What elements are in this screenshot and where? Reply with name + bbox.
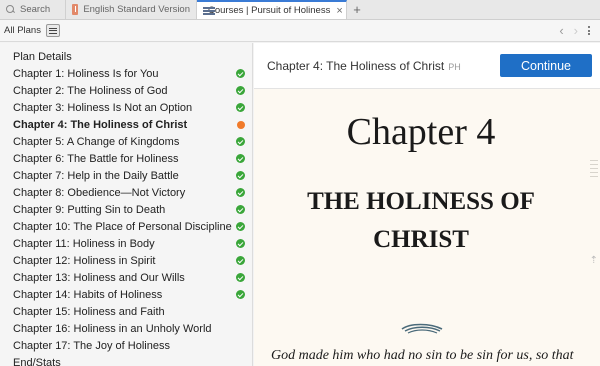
chapter-number: Chapter 4 — [346, 111, 496, 153]
chapter-label: Chapter 11: Holiness in Body — [13, 237, 155, 250]
chapter-label: Chapter 2: The Holiness of God — [13, 84, 168, 97]
chapter-label: Chapter 1: Holiness Is for You — [13, 67, 159, 80]
checkmark-icon — [236, 273, 245, 282]
in-progress-dot-icon — [236, 120, 245, 129]
scroll-up-icon[interactable]: ⇡ — [590, 255, 598, 266]
tab-english-standard-version[interactable]: English Standard Version — [66, 0, 197, 19]
chapter-label: Chapter 3: Holiness Is Not an Option — [13, 101, 193, 114]
checkmark-icon — [236, 188, 245, 197]
chapter-label: Chapter 8: Obedience—Not Victory — [13, 186, 186, 199]
checkmark-icon — [236, 171, 245, 180]
forward-arrow-icon[interactable]: › — [574, 23, 578, 38]
close-tab-icon[interactable]: × — [330, 5, 342, 17]
body-text: God made him who had no sin to be sin fo… — [271, 348, 574, 363]
chapter-label: Chapter 16: Holiness in an Unholy World — [13, 322, 212, 335]
chapter-item[interactable]: Chapter 3: Holiness Is Not an Option — [0, 99, 252, 116]
checkmark-icon — [236, 69, 245, 78]
search-icon — [6, 5, 15, 14]
chapter-label: End/Stats — [13, 356, 61, 366]
chapter-item[interactable]: Chapter 11: Holiness in Body — [0, 235, 252, 252]
lesson-title: Chapter 4: The Holiness of Christ — [267, 58, 445, 73]
chapter-item[interactable]: Chapter 8: Obedience—Not Victory — [0, 184, 252, 201]
checkmark-icon — [236, 239, 245, 248]
chapter-label: Chapter 4: The Holiness of Christ — [13, 118, 188, 131]
chapter-item[interactable]: Chapter 4: The Holiness of Christ — [0, 116, 252, 133]
navigation-controls: ‹ › — [559, 23, 600, 38]
chapter-label: Chapter 13: Holiness and Our Wills — [13, 271, 185, 284]
bible-icon — [72, 4, 79, 15]
chapter-item[interactable]: Chapter 1: Holiness Is for You — [0, 65, 252, 82]
lesson-header: Chapter 4: The Holiness of Christ PH Con… — [254, 43, 600, 89]
chapter-item[interactable]: Chapter 7: Help in the Daily Battle — [0, 167, 252, 184]
checkmark-icon — [236, 154, 245, 163]
chapter-item[interactable]: Chapter 9: Putting Sin to Death — [0, 201, 252, 218]
menu-icon[interactable] — [45, 24, 60, 37]
chapter-item[interactable]: Chapter 15: Holiness and Faith — [0, 303, 252, 320]
tab-label: Search — [20, 4, 51, 15]
continue-button[interactable]: Continue — [500, 54, 592, 77]
checkmark-icon — [236, 103, 245, 112]
chapter-label: Chapter 12: Holiness in Spirit — [13, 254, 156, 267]
chapter-item[interactable]: Chapter 6: The Battle for Holiness — [0, 150, 252, 167]
tab-search[interactable]: Search — [0, 0, 66, 19]
chapter-label: Chapter 15: Holiness and Faith — [13, 305, 165, 318]
chapter-item[interactable]: Chapter 17: The Joy of Holiness — [0, 337, 252, 354]
tab-label: English Standard Version — [83, 4, 190, 15]
more-options-icon[interactable] — [588, 26, 590, 35]
tab-bar: Search English Standard Version Courses … — [0, 0, 600, 20]
checkmark-icon — [236, 205, 245, 214]
chapter-label: Chapter 14: Habits of Holiness — [13, 288, 163, 301]
chapter-heading: THE HOLINESS OF CHRIST — [307, 188, 535, 253]
chapter-label: Chapter 10: The Place of Personal Discip… — [13, 220, 232, 233]
checkmark-icon — [236, 86, 245, 95]
plan-sidebar: Plan Details Chapter 1: Holiness Is for … — [0, 43, 253, 366]
chapter-label: Chapter 9: Putting Sin to Death — [13, 203, 166, 216]
chapter-label: Chapter 6: The Battle for Holiness — [13, 152, 179, 165]
checkmark-icon — [236, 290, 245, 299]
main-panel: Chapter 4: The Holiness of Christ PH Con… — [254, 43, 600, 366]
checkmark-icon — [236, 137, 245, 146]
chapter-list: Chapter 1: Holiness Is for You Chapter 2:… — [0, 65, 252, 366]
chapter-item[interactable]: Chapter 5: A Change of Kingdoms — [0, 133, 252, 150]
plan-details-link[interactable]: Plan Details — [0, 43, 252, 65]
ornament-icon — [401, 323, 443, 334]
chapter-item[interactable]: Chapter 14: Habits of Holiness — [0, 286, 252, 303]
lesson-tag: PH — [448, 61, 461, 72]
tab-courses[interactable]: Courses | Pursuit of Holiness × — [197, 0, 347, 19]
chapter-item[interactable]: Chapter 16: Holiness in an Unholy World — [0, 320, 252, 337]
chapter-item[interactable]: Chapter 13: Holiness and Our Wills — [0, 269, 252, 286]
all-plans-link[interactable]: All Plans — [0, 25, 41, 36]
chapter-label: Chapter 5: A Change of Kingdoms — [13, 135, 180, 148]
chapter-label: Chapter 7: Help in the Daily Battle — [13, 169, 179, 182]
reading-progress-ticks — [590, 160, 600, 180]
tab-label: Courses | Pursuit of Holiness — [208, 5, 331, 16]
toolbar: All Plans ‹ › — [0, 20, 600, 42]
reading-pane[interactable]: Chapter 4 THE HOLINESS OF CHRIST God mad… — [254, 90, 600, 366]
chapter-item[interactable]: End/Stats — [0, 354, 252, 366]
chapter-item[interactable]: Chapter 2: The Holiness of God — [0, 82, 252, 99]
checkmark-icon — [236, 256, 245, 265]
chapter-item[interactable]: Chapter 12: Holiness in Spirit — [0, 252, 252, 269]
checkmark-icon — [236, 222, 245, 231]
chapter-item[interactable]: Chapter 10: The Place of Personal Discip… — [0, 218, 252, 235]
chapter-label: Chapter 17: The Joy of Holiness — [13, 339, 170, 352]
new-tab-button[interactable]: + — [347, 0, 367, 19]
back-arrow-icon[interactable]: ‹ — [559, 23, 563, 38]
